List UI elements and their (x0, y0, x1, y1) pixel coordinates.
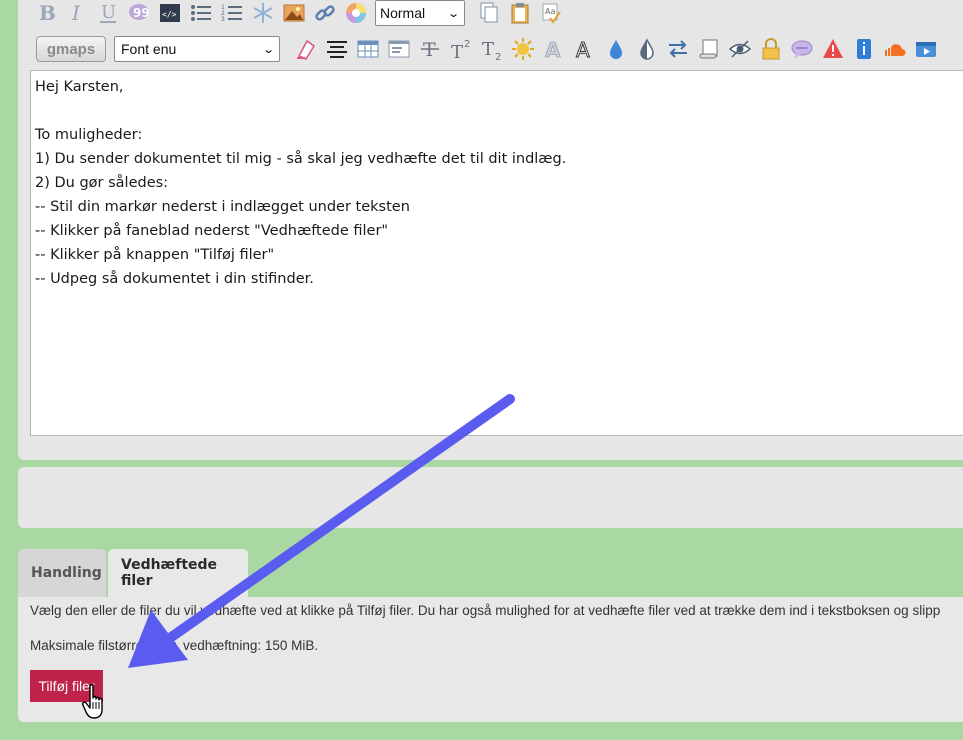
copy-icon[interactable] (473, 0, 504, 28)
font-select-value: Font enu (121, 41, 177, 57)
svg-text:2: 2 (464, 39, 470, 50)
numbered-list-icon[interactable]: 123 (216, 0, 247, 28)
lock-icon[interactable] (755, 34, 786, 64)
media-icon[interactable] (910, 34, 941, 64)
info-icon[interactable] (848, 34, 879, 64)
svg-text:A: A (545, 38, 561, 60)
format-select[interactable]: Normal ⌄ (375, 0, 465, 26)
quote-icon[interactable]: 99 (123, 0, 154, 28)
hand-cursor-icon (82, 683, 103, 719)
contrast-icon[interactable] (631, 34, 662, 64)
paste-icon[interactable] (504, 0, 535, 28)
empty-panel (18, 467, 963, 528)
text-line: To muligheder: (35, 127, 143, 143)
text-box-icon[interactable] (383, 34, 414, 64)
sun-icon[interactable] (507, 34, 538, 64)
font-select[interactable]: Font enu ⌄ (114, 36, 280, 62)
bullet-list-icon[interactable] (185, 0, 216, 28)
message-textarea[interactable]: Hej Karsten, To muligheder: 1) Du sender… (30, 70, 963, 436)
svg-text:</>: </> (162, 10, 177, 19)
svg-text:I: I (71, 2, 81, 24)
text-line: Hej Karsten, (35, 79, 124, 95)
drop-icon[interactable] (600, 34, 631, 64)
tab-attachments[interactable]: Vedhæftede filer (108, 549, 248, 597)
warning-icon[interactable] (817, 34, 848, 64)
text-line: -- Stil din markør nederst i indlægget u… (35, 199, 410, 215)
svg-text:2: 2 (495, 52, 501, 60)
text-line: 1) Du sender dokumentet til mig - så ska… (35, 151, 567, 167)
highlight-icon[interactable] (290, 34, 321, 64)
chevron-down-icon: ⌄ (261, 43, 275, 56)
tab-handling[interactable]: Handling (18, 549, 106, 597)
text-line: -- Klikker på knappen "Tilføj filer" (35, 247, 275, 263)
toolbar-row-1: B I U 99 </> 123 Normal ⌄ Aa (30, 0, 566, 30)
subscript-icon[interactable]: T2 (476, 34, 507, 64)
underline-icon[interactable]: U (92, 0, 123, 28)
swap-icon[interactable] (662, 34, 693, 64)
font-icon[interactable]: A (569, 34, 600, 64)
svg-text:A: A (576, 38, 590, 60)
tab-bar: Handling Vedhæftede filer (18, 549, 248, 597)
strikethrough-icon[interactable]: T (414, 34, 445, 64)
svg-text:Aa: Aa (545, 7, 555, 16)
gmaps-button[interactable]: gmaps (36, 36, 106, 62)
bold-icon[interactable]: B (30, 0, 61, 28)
code-icon[interactable]: </> (154, 0, 185, 28)
link-icon[interactable] (309, 0, 340, 28)
align-center-icon[interactable] (321, 34, 352, 64)
outline-font-icon[interactable]: A (538, 34, 569, 64)
text-line: -- Klikker på faneblad nederst "Vedhæfte… (35, 223, 389, 239)
chevron-down-icon: ⌄ (446, 7, 460, 20)
asterisk-icon[interactable] (247, 0, 278, 28)
speech-bubble-icon[interactable] (786, 34, 817, 64)
toolbar-row-2: gmaps Font enu ⌄ T T2 T2 A A (30, 32, 941, 66)
text-line (31, 99, 963, 123)
superscript-icon[interactable]: T2 (445, 34, 476, 64)
spellcheck-icon[interactable]: Aa (535, 0, 566, 28)
text-line: 2) Du gør således: (35, 175, 169, 191)
svg-text:3: 3 (221, 16, 225, 23)
svg-text:T: T (482, 39, 494, 60)
svg-text:U: U (101, 2, 116, 23)
text-line: -- Udpeg så dokumentet i din stifinder. (35, 271, 314, 287)
attachments-panel: Vælg den eller de filer du vil vedhæfte … (18, 597, 963, 722)
eye-icon[interactable] (724, 34, 755, 64)
svg-text:99: 99 (133, 6, 150, 20)
svg-text:T: T (451, 42, 463, 60)
italic-icon[interactable]: I (61, 0, 92, 28)
soundcloud-icon[interactable] (879, 34, 910, 64)
color-icon[interactable] (340, 0, 371, 28)
format-select-value: Normal (380, 5, 426, 21)
svg-text:B: B (39, 2, 56, 24)
table-icon[interactable] (352, 34, 383, 64)
image-icon[interactable] (278, 0, 309, 28)
max-file-size-text: Maksimale filstørrelse pr. vedhæftning: … (30, 638, 319, 653)
attachments-description: Vælg den eller de filer du vil vedhæfte … (30, 603, 941, 618)
scroll-icon[interactable] (693, 34, 724, 64)
